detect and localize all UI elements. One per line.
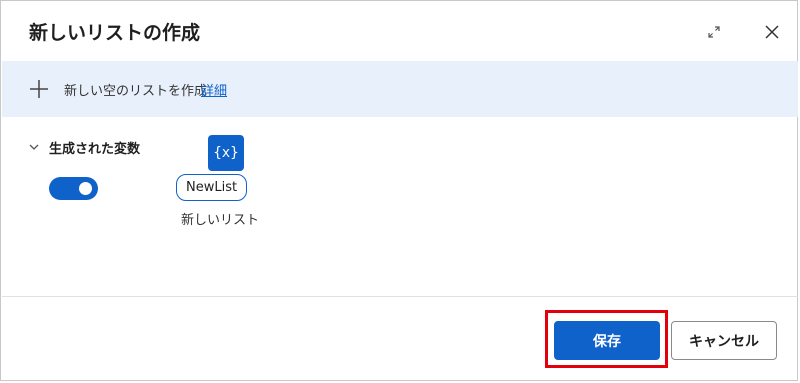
banner-text: 新しい空のリストを作成: [64, 84, 208, 99]
cancel-button[interactable]: キャンセル: [671, 321, 777, 360]
chevron-down-icon: [29, 144, 39, 150]
variable-toggle[interactable]: [49, 177, 98, 200]
variable-icon: {x}: [208, 135, 244, 171]
save-button[interactable]: 保存: [554, 321, 660, 360]
toggle-knob: [79, 182, 92, 195]
expand-button[interactable]: [703, 21, 725, 43]
expand-icon: [708, 26, 720, 38]
section-title: 生成された変数: [49, 141, 141, 157]
variable-description: 新しいリスト: [181, 213, 260, 228]
footer-divider: [2, 296, 798, 297]
close-icon: [765, 25, 779, 39]
dialog-title: 新しいリストの作成: [29, 22, 201, 44]
details-link[interactable]: 詳細: [201, 80, 227, 99]
generated-variables-header[interactable]: 生成された変数: [29, 138, 141, 157]
plus-icon: [30, 80, 48, 98]
create-list-dialog: 新しいリストの作成 新しい空のリストを作成 詳細 生成された変数 {x} New…: [0, 0, 798, 381]
dialog-titlebar: 新しいリストの作成: [1, 1, 797, 61]
create-empty-list-banner: 新しい空のリストを作成 詳細: [2, 61, 798, 117]
close-button[interactable]: [759, 19, 785, 45]
variable-name-field[interactable]: NewList: [176, 174, 248, 201]
